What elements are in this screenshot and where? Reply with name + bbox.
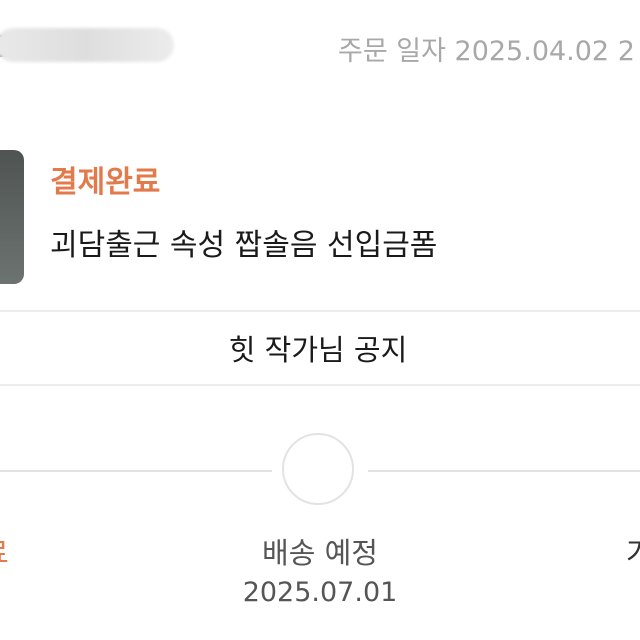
- order-header: 1330080 주문 일자 2025.04.02 2: [0, 0, 640, 100]
- timeline-line-right: [368, 470, 640, 472]
- seller-notice-label: 힛 작가님 공지: [228, 333, 408, 367]
- order-number-redaction: [0, 28, 174, 62]
- product-card[interactable]: 결제완료 괴담출근 속성 짭솔음 선입금폼: [0, 140, 640, 290]
- payment-status: 결제완료: [50, 165, 161, 200]
- timeline-step-circle: [282, 433, 354, 505]
- order-date: 주문 일자 2025.04.02 2: [338, 36, 635, 67]
- timeline-current-step-label: 배송 예정: [262, 536, 378, 570]
- timeline-next-step-label: 가: [626, 536, 640, 570]
- seller-notice-button[interactable]: 힛 작가님 공지: [0, 310, 640, 386]
- timeline-line-left: [0, 470, 272, 472]
- timeline-current-step-date: 2025.07.01: [242, 577, 398, 608]
- product-thumbnail[interactable]: [0, 150, 24, 284]
- product-name[interactable]: 괴담출근 속성 짭솔음 선입금폼: [50, 220, 437, 264]
